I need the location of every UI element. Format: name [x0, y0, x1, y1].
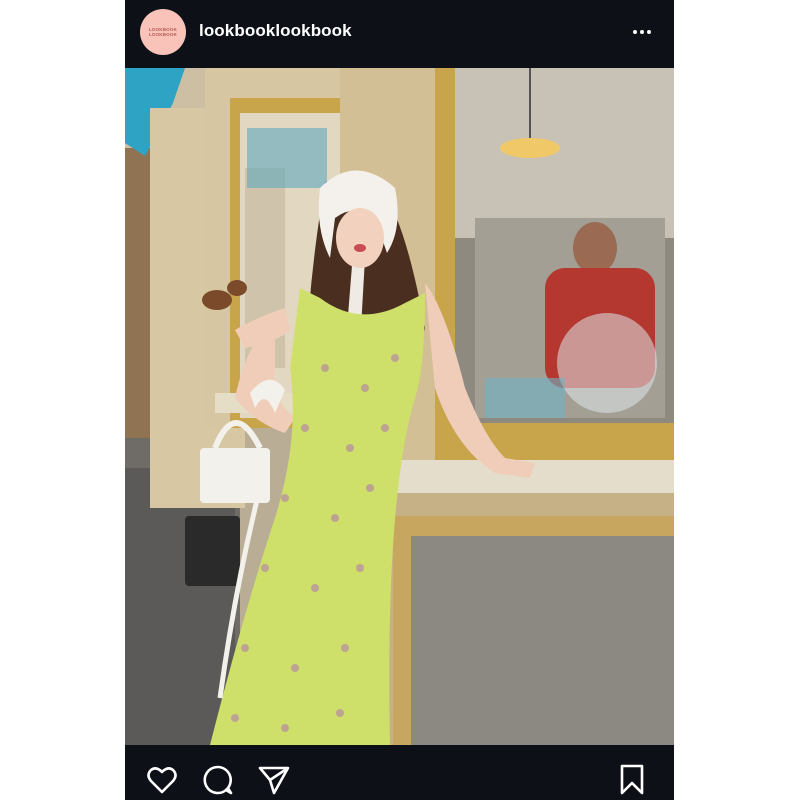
post-actions — [125, 745, 674, 800]
send-icon[interactable] — [257, 763, 291, 797]
post-card: LOOKBOOK LOOKBOOK lookbooklookbook — [125, 0, 674, 800]
more-horizontal-icon[interactable] — [627, 22, 657, 42]
post-header: LOOKBOOK LOOKBOOK lookbooklookbook — [125, 0, 674, 68]
heart-icon[interactable] — [145, 763, 179, 797]
post-photo[interactable] — [125, 68, 674, 745]
username[interactable]: lookbooklookbook — [199, 21, 352, 41]
avatar[interactable]: LOOKBOOK LOOKBOOK — [140, 9, 186, 55]
photo-illustration — [125, 68, 674, 745]
comment-icon[interactable] — [201, 763, 235, 797]
bookmark-icon[interactable] — [615, 763, 649, 797]
avatar-text-2: LOOKBOOK — [148, 32, 178, 37]
